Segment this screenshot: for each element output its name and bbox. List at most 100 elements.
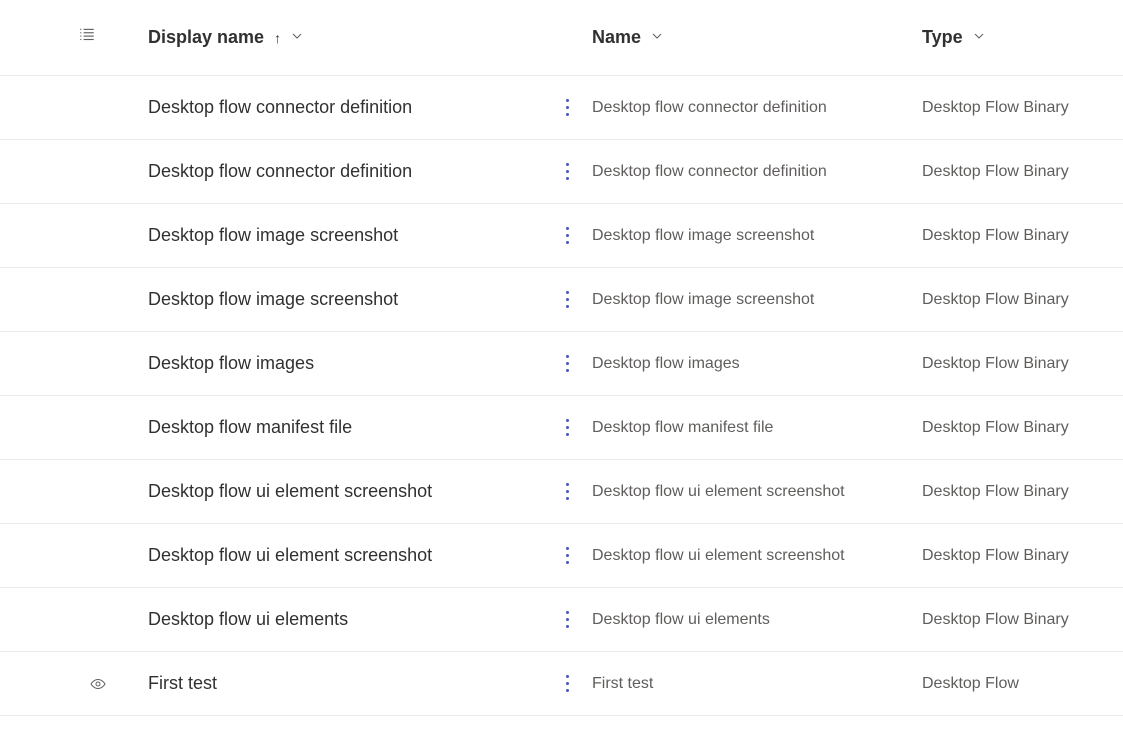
type-text: Desktop Flow Binary bbox=[922, 291, 1069, 309]
cell-type: Desktop Flow Binary bbox=[922, 227, 1123, 245]
type-text: Desktop Flow Binary bbox=[922, 611, 1069, 629]
cell-name: Desktop flow image screenshot bbox=[592, 291, 922, 309]
table-row[interactable]: Desktop flow image screenshot Desktop flo… bbox=[0, 268, 1123, 332]
display-name-text: Desktop flow connector definition bbox=[148, 161, 412, 182]
table-row[interactable]: Desktop flow connector definition Desktop… bbox=[0, 76, 1123, 140]
cell-display-name[interactable]: Desktop flow connector definition bbox=[148, 161, 542, 182]
cell-type: Desktop Flow Binary bbox=[922, 547, 1123, 565]
type-text: Desktop Flow Binary bbox=[922, 355, 1069, 373]
name-text: Desktop flow manifest file bbox=[592, 419, 773, 437]
cell-display-name[interactable]: First test bbox=[148, 673, 542, 694]
type-text: Desktop Flow Binary bbox=[922, 99, 1069, 117]
column-header-name[interactable]: Name bbox=[592, 27, 922, 48]
cell-display-name[interactable]: Desktop flow manifest file bbox=[148, 417, 542, 438]
table-row[interactable]: Desktop flow ui element screenshot Deskto… bbox=[0, 524, 1123, 588]
display-name-text: Desktop flow ui elements bbox=[148, 609, 348, 630]
table-row[interactable]: Desktop flow manifest file Desktop flow m… bbox=[0, 396, 1123, 460]
cell-name: Desktop flow ui element screenshot bbox=[592, 483, 922, 501]
view-selector-cell bbox=[78, 26, 148, 49]
name-text: Desktop flow images bbox=[592, 355, 740, 373]
display-name-text: Desktop flow connector definition bbox=[148, 97, 412, 118]
data-table: Display name ↑ Name Type Desktop flow co… bbox=[0, 0, 1123, 716]
row-actions-cell bbox=[542, 347, 592, 380]
name-text: Desktop flow ui element screenshot bbox=[592, 483, 845, 501]
display-name-text: Desktop flow images bbox=[148, 353, 314, 374]
name-text: Desktop flow ui element screenshot bbox=[592, 547, 845, 565]
more-vertical-icon[interactable] bbox=[558, 347, 577, 380]
table-row[interactable]: Desktop flow connector definition Desktop… bbox=[0, 140, 1123, 204]
row-indicator-cell bbox=[78, 676, 148, 692]
more-vertical-icon[interactable] bbox=[558, 91, 577, 124]
column-header-type[interactable]: Type bbox=[922, 27, 1123, 48]
table-row[interactable]: Desktop flow image screenshot Desktop flo… bbox=[0, 204, 1123, 268]
chevron-down-icon bbox=[973, 30, 985, 45]
cell-name: Desktop flow image screenshot bbox=[592, 227, 922, 245]
table-row[interactable]: Desktop flow ui element screenshot Deskto… bbox=[0, 460, 1123, 524]
type-text: Desktop Flow Binary bbox=[922, 227, 1069, 245]
display-name-text: Desktop flow image screenshot bbox=[148, 225, 398, 246]
table-row[interactable]: First test First test Desktop Flow bbox=[0, 652, 1123, 716]
cell-type: Desktop Flow Binary bbox=[922, 291, 1123, 309]
cell-name: Desktop flow ui element screenshot bbox=[592, 547, 922, 565]
row-actions-cell bbox=[542, 667, 592, 700]
display-name-text: Desktop flow image screenshot bbox=[148, 289, 398, 310]
display-name-text: Desktop flow ui element screenshot bbox=[148, 545, 432, 566]
name-text: Desktop flow image screenshot bbox=[592, 291, 814, 309]
more-vertical-icon[interactable] bbox=[558, 603, 577, 636]
row-actions-cell bbox=[542, 475, 592, 508]
cell-name: Desktop flow connector definition bbox=[592, 99, 922, 117]
cell-display-name[interactable]: Desktop flow ui element screenshot bbox=[148, 545, 542, 566]
cell-name: Desktop flow images bbox=[592, 355, 922, 373]
row-actions-cell bbox=[542, 91, 592, 124]
type-text: Desktop Flow Binary bbox=[922, 163, 1069, 181]
more-vertical-icon[interactable] bbox=[558, 283, 577, 316]
list-view-icon[interactable] bbox=[78, 26, 96, 49]
type-text: Desktop Flow Binary bbox=[922, 483, 1069, 501]
cell-name: Desktop flow ui elements bbox=[592, 611, 922, 629]
cell-type: Desktop Flow Binary bbox=[922, 611, 1123, 629]
cell-type: Desktop Flow Binary bbox=[922, 355, 1123, 373]
type-text: Desktop Flow Binary bbox=[922, 419, 1069, 437]
cell-display-name[interactable]: Desktop flow ui elements bbox=[148, 609, 542, 630]
cell-type: Desktop Flow Binary bbox=[922, 163, 1123, 181]
cell-name: Desktop flow connector definition bbox=[592, 163, 922, 181]
type-text: Desktop Flow Binary bbox=[922, 547, 1069, 565]
cell-type: Desktop Flow bbox=[922, 675, 1123, 693]
name-text: Desktop flow connector definition bbox=[592, 163, 827, 181]
name-text: Desktop flow ui elements bbox=[592, 611, 770, 629]
column-header-label: Type bbox=[922, 27, 963, 48]
more-vertical-icon[interactable] bbox=[558, 155, 577, 188]
display-name-text: First test bbox=[148, 673, 217, 694]
row-actions-cell bbox=[542, 539, 592, 572]
table-header-row: Display name ↑ Name Type bbox=[0, 0, 1123, 76]
eye-icon bbox=[78, 676, 118, 692]
name-text: Desktop flow connector definition bbox=[592, 99, 827, 117]
cell-display-name[interactable]: Desktop flow connector definition bbox=[148, 97, 542, 118]
display-name-text: Desktop flow manifest file bbox=[148, 417, 352, 438]
row-actions-cell bbox=[542, 283, 592, 316]
more-vertical-icon[interactable] bbox=[558, 475, 577, 508]
column-header-label: Display name bbox=[148, 27, 264, 48]
cell-display-name[interactable]: Desktop flow images bbox=[148, 353, 542, 374]
row-actions-cell bbox=[542, 603, 592, 636]
row-actions-cell bbox=[542, 219, 592, 252]
cell-name: First test bbox=[592, 675, 922, 693]
more-vertical-icon[interactable] bbox=[558, 411, 577, 444]
column-header-display-name[interactable]: Display name ↑ bbox=[148, 27, 542, 48]
cell-type: Desktop Flow Binary bbox=[922, 483, 1123, 501]
name-text: First test bbox=[592, 675, 653, 693]
cell-type: Desktop Flow Binary bbox=[922, 99, 1123, 117]
cell-display-name[interactable]: Desktop flow ui element screenshot bbox=[148, 481, 542, 502]
more-vertical-icon[interactable] bbox=[558, 539, 577, 572]
cell-type: Desktop Flow Binary bbox=[922, 419, 1123, 437]
type-text: Desktop Flow bbox=[922, 675, 1019, 693]
display-name-text: Desktop flow ui element screenshot bbox=[148, 481, 432, 502]
chevron-down-icon bbox=[291, 30, 303, 45]
more-vertical-icon[interactable] bbox=[558, 667, 577, 700]
column-header-label: Name bbox=[592, 27, 641, 48]
more-vertical-icon[interactable] bbox=[558, 219, 577, 252]
table-row[interactable]: Desktop flow ui elements Desktop flow ui … bbox=[0, 588, 1123, 652]
table-row[interactable]: Desktop flow images Desktop flow images De… bbox=[0, 332, 1123, 396]
cell-display-name[interactable]: Desktop flow image screenshot bbox=[148, 289, 542, 310]
cell-display-name[interactable]: Desktop flow image screenshot bbox=[148, 225, 542, 246]
